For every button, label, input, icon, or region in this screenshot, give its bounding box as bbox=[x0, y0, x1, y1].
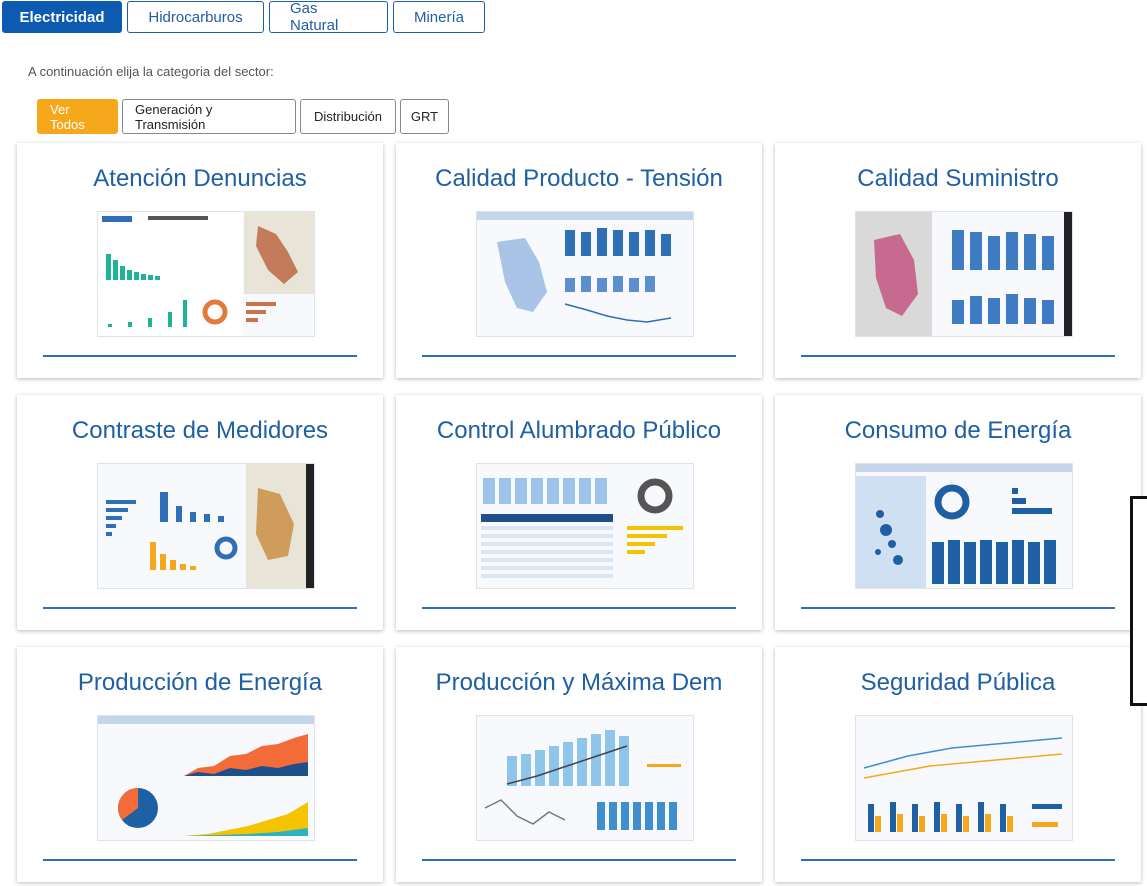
card-title: Calidad Suministro bbox=[857, 165, 1059, 192]
tab-hidrocarburos[interactable]: Hidrocarburos bbox=[127, 1, 264, 33]
card-divider bbox=[43, 607, 357, 609]
card-divider bbox=[801, 859, 1115, 861]
card-divider bbox=[801, 355, 1115, 357]
card-divider bbox=[422, 859, 736, 861]
card-title: Contraste de Medidores bbox=[71, 417, 329, 444]
report-card-produccion-energia[interactable]: Producción de Energía bbox=[17, 647, 383, 882]
card-divider bbox=[422, 355, 736, 357]
dashboard-thumbnail bbox=[97, 463, 315, 589]
report-card-seguridad-publica[interactable]: Seguridad Pública bbox=[775, 647, 1141, 882]
filter-grt[interactable]: GRT bbox=[400, 99, 449, 134]
card-title: Calidad Producto - Tensión bbox=[435, 165, 723, 192]
card-title: Atención Denuncias bbox=[93, 165, 307, 192]
side-panel-edge bbox=[1130, 496, 1147, 706]
report-card-calidad-producto[interactable]: Calidad Producto - Tensión bbox=[396, 143, 762, 378]
card-divider bbox=[43, 859, 357, 861]
dashboard-thumbnail bbox=[476, 463, 694, 589]
filter-distribucion[interactable]: Distribución bbox=[300, 99, 396, 134]
filter-generacion-transmision[interactable]: Generación y Transmisión bbox=[122, 99, 296, 134]
category-prompt: A continuación elija la categoria del se… bbox=[28, 64, 274, 79]
card-title: Producción de Energía bbox=[77, 669, 323, 696]
card-title: Consumo de Energía bbox=[844, 417, 1072, 444]
dashboard-thumbnail bbox=[476, 715, 694, 841]
card-title: Producción y Máxima Dem bbox=[435, 669, 723, 696]
card-title: Seguridad Pública bbox=[860, 669, 1056, 696]
category-filters: Ver Todos Generación y Transmisión Distr… bbox=[37, 99, 449, 134]
report-card-atencion-denuncias[interactable]: Atención Denuncias bbox=[17, 143, 383, 378]
dashboard-thumbnail bbox=[476, 211, 694, 337]
filter-ver-todos[interactable]: Ver Todos bbox=[37, 99, 118, 134]
tab-mineria[interactable]: Minería bbox=[393, 1, 485, 33]
report-card-produccion-maxima-demanda[interactable]: Producción y Máxima Dem bbox=[396, 647, 762, 882]
card-title: Control Alumbrado Público bbox=[436, 417, 722, 444]
report-card-calidad-suministro[interactable]: Calidad Suministro bbox=[775, 143, 1141, 378]
dashboard-thumbnail bbox=[855, 211, 1073, 337]
sector-tabs: Electricidad Hidrocarburos Gas Natural M… bbox=[2, 0, 485, 34]
tab-electricidad[interactable]: Electricidad bbox=[2, 1, 122, 33]
dashboard-thumbnail bbox=[855, 463, 1073, 589]
dashboard-thumbnail bbox=[97, 211, 315, 337]
tab-gas-natural[interactable]: Gas Natural bbox=[269, 0, 388, 34]
report-card-control-alumbrado[interactable]: Control Alumbrado Público bbox=[396, 395, 762, 630]
report-card-contraste-medidores[interactable]: Contraste de Medidores bbox=[17, 395, 383, 630]
card-divider bbox=[422, 607, 736, 609]
dashboard-thumbnail bbox=[97, 715, 315, 841]
card-divider bbox=[801, 607, 1115, 609]
card-divider bbox=[43, 355, 357, 357]
dashboard-thumbnail bbox=[855, 715, 1073, 841]
report-card-consumo-energia[interactable]: Consumo de Energía bbox=[775, 395, 1141, 630]
